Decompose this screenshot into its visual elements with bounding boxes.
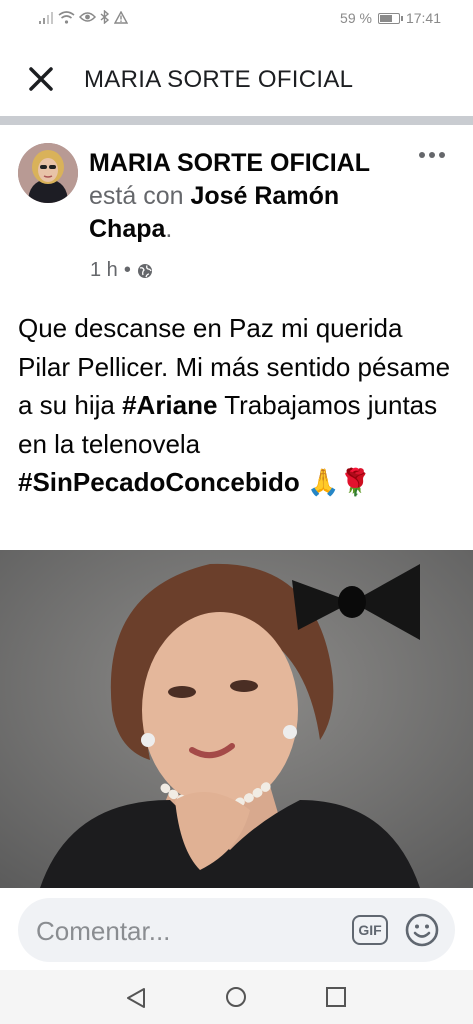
post-time[interactable]: 1 h: [90, 259, 118, 282]
post-emoji: 🙏🌹: [299, 467, 372, 497]
close-icon: [29, 67, 53, 91]
status-bar: 59 % 17:41: [0, 0, 473, 40]
emoji-button[interactable]: [404, 912, 440, 948]
smiley-icon: [405, 913, 439, 947]
close-button[interactable]: [24, 62, 58, 96]
post-text: Que descanse en Paz mi querida Pilar Pel…: [18, 309, 458, 502]
post-author-line: MARIA SORTE OFICIAL está con José Ramón …: [89, 147, 389, 246]
back-button[interactable]: [124, 986, 148, 1010]
recent-apps-icon: [326, 987, 346, 1007]
home-button[interactable]: [224, 985, 248, 1009]
avatar[interactable]: [18, 143, 78, 203]
more-options-button[interactable]: [417, 145, 447, 165]
dot-icon: [419, 152, 425, 158]
period: .: [165, 215, 173, 243]
warning-icon: [114, 10, 128, 24]
eye-icon: [79, 12, 96, 22]
author-name[interactable]: MARIA SORTE OFICIAL: [89, 149, 370, 177]
comment-placeholder: Comentar...: [36, 916, 171, 946]
comment-bar: Comentar... GIF: [0, 888, 473, 970]
status-icons: [38, 10, 128, 24]
gif-button[interactable]: GIF: [352, 915, 388, 945]
system-nav-bar: [0, 970, 473, 1024]
home-icon: [226, 987, 246, 1007]
with-text: está con: [89, 182, 191, 210]
hashtag-sinpecadoconcebido[interactable]: #SinPecadoConcebido: [18, 467, 300, 497]
comment-input[interactable]: Comentar... GIF: [18, 898, 455, 962]
wifi-icon: [58, 10, 75, 24]
post-header: MARIA SORTE OFICIAL está con José Ramón …: [0, 125, 473, 295]
battery-percent: 59 %: [340, 10, 372, 26]
recent-apps-button[interactable]: [325, 986, 347, 1008]
dot-icon: [439, 152, 445, 158]
post-photo[interactable]: [0, 550, 473, 888]
post-meta: 1 h •: [90, 259, 153, 282]
signal-icon: [39, 11, 53, 24]
meta-separator: •: [123, 259, 131, 281]
status-right: 59 % 17:41: [340, 10, 441, 26]
back-icon: [127, 988, 145, 1008]
section-divider: [0, 116, 473, 125]
globe-icon: [137, 263, 152, 278]
bluetooth-icon: [100, 10, 110, 24]
gif-label: GIF: [358, 922, 382, 938]
top-bar: MARIA SORTE OFICIAL: [0, 40, 473, 116]
hashtag-ariane[interactable]: #Ariane: [122, 390, 217, 420]
battery-fill: [379, 14, 392, 22]
avatar-image: [18, 143, 78, 203]
battery-icon: [377, 12, 403, 24]
dot-icon: [429, 152, 435, 158]
clock: 17:41: [405, 10, 441, 26]
page-title: MARIA SORTE OFICIAL: [84, 66, 354, 93]
portrait-image: [0, 550, 473, 888]
